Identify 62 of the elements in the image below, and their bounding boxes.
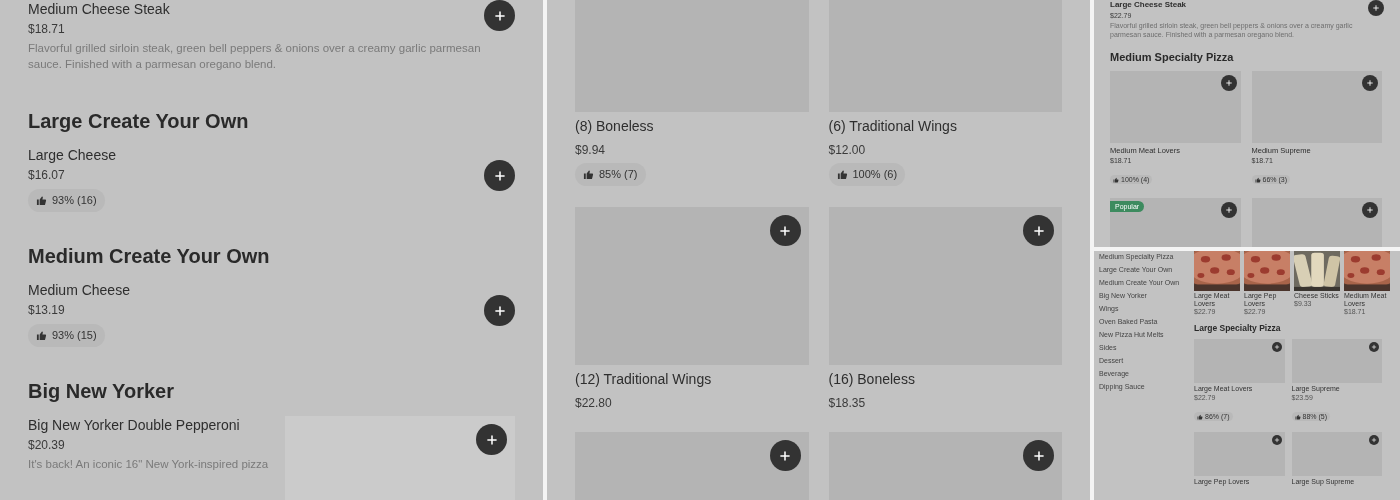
add-button[interactable]	[1271, 341, 1282, 352]
add-button[interactable]	[1369, 434, 1379, 445]
add-button[interactable]	[484, 160, 515, 191]
section-heading: Large Specialty Pizza	[1194, 322, 1282, 335]
thumbs-up-icon	[1113, 176, 1119, 183]
thumbs-up-icon	[36, 195, 47, 206]
plus-icon	[1371, 343, 1377, 350]
section-heading: Large Create Your Own	[28, 109, 250, 134]
thumbs-up-icon	[1254, 176, 1261, 183]
item-description: Flavorful grilled sirloin steak, green bell peppers & onions over a creamy garlic parmesan sauce. Finished with a parmesan oregano blend.	[28, 41, 482, 72]
item-name: Medium Cheese	[28, 281, 131, 299]
plus-icon	[1031, 223, 1046, 238]
plus-icon	[492, 303, 507, 318]
item-price: $9.94	[575, 142, 607, 159]
section-heading: Big New Yorker	[28, 379, 175, 404]
item-price: $12.00	[828, 142, 867, 159]
item-price: $20.39	[28, 437, 66, 453]
thumbs-up-icon	[1197, 413, 1203, 420]
plus-icon	[1366, 205, 1374, 214]
plus-icon	[1224, 78, 1233, 87]
plus-icon	[1371, 436, 1377, 443]
item-name: Large Cheese Steak	[1110, 0, 1188, 10]
section-heading: Medium Specialty Pizza	[1110, 50, 1235, 65]
plus-icon	[778, 448, 792, 463]
item-price: $16.07	[28, 167, 66, 183]
plus-icon	[1273, 343, 1280, 350]
section-heading: Medium Create Your Own	[28, 244, 271, 269]
plus-icon	[1031, 448, 1046, 463]
item-name: (16) Boneless	[828, 370, 916, 389]
rating-pill: 100% (6)	[828, 163, 906, 186]
item-name: (8) Boneless	[575, 117, 655, 136]
plus-icon	[778, 223, 792, 238]
item-name: Big New Yorker Double Pepperoni	[28, 416, 241, 434]
rating-pill: 93% (15)	[28, 324, 105, 347]
thumbs-up-icon	[836, 169, 848, 180]
item-description: It's back! An iconic 16" New York-inspired pizza	[28, 457, 270, 472]
plus-icon	[492, 8, 507, 23]
plus-icon	[492, 168, 507, 183]
thumbs-up-icon	[1294, 413, 1301, 420]
add-button[interactable]	[484, 0, 515, 31]
thumbs-up-icon	[36, 330, 47, 341]
item-price: $18.71	[28, 21, 66, 37]
item-price: $13.19	[28, 302, 66, 318]
item-name: (6) Traditional Wings	[828, 117, 958, 136]
plus-icon	[1366, 78, 1374, 87]
item-name: Medium Cheese Steak	[28, 0, 171, 18]
item-name: Large Cheese	[28, 146, 117, 164]
plus-icon	[484, 432, 499, 447]
plus-icon	[1224, 205, 1233, 214]
add-button[interactable]	[476, 424, 507, 455]
plus-icon	[1372, 4, 1380, 12]
add-button[interactable]	[1271, 434, 1282, 445]
item-price: $18.35	[828, 395, 867, 412]
item-name: (12) Traditional Wings	[575, 370, 713, 389]
rating-pill: 93% (16)	[28, 189, 105, 212]
rating-pill: 85% (7)	[575, 163, 646, 186]
thumbs-up-icon	[583, 169, 594, 180]
plus-icon	[1273, 436, 1280, 443]
add-button[interactable]	[484, 295, 515, 326]
add-button[interactable]	[1369, 341, 1379, 352]
item-price: $22.80	[575, 395, 613, 412]
add-button[interactable]	[1368, 0, 1384, 16]
